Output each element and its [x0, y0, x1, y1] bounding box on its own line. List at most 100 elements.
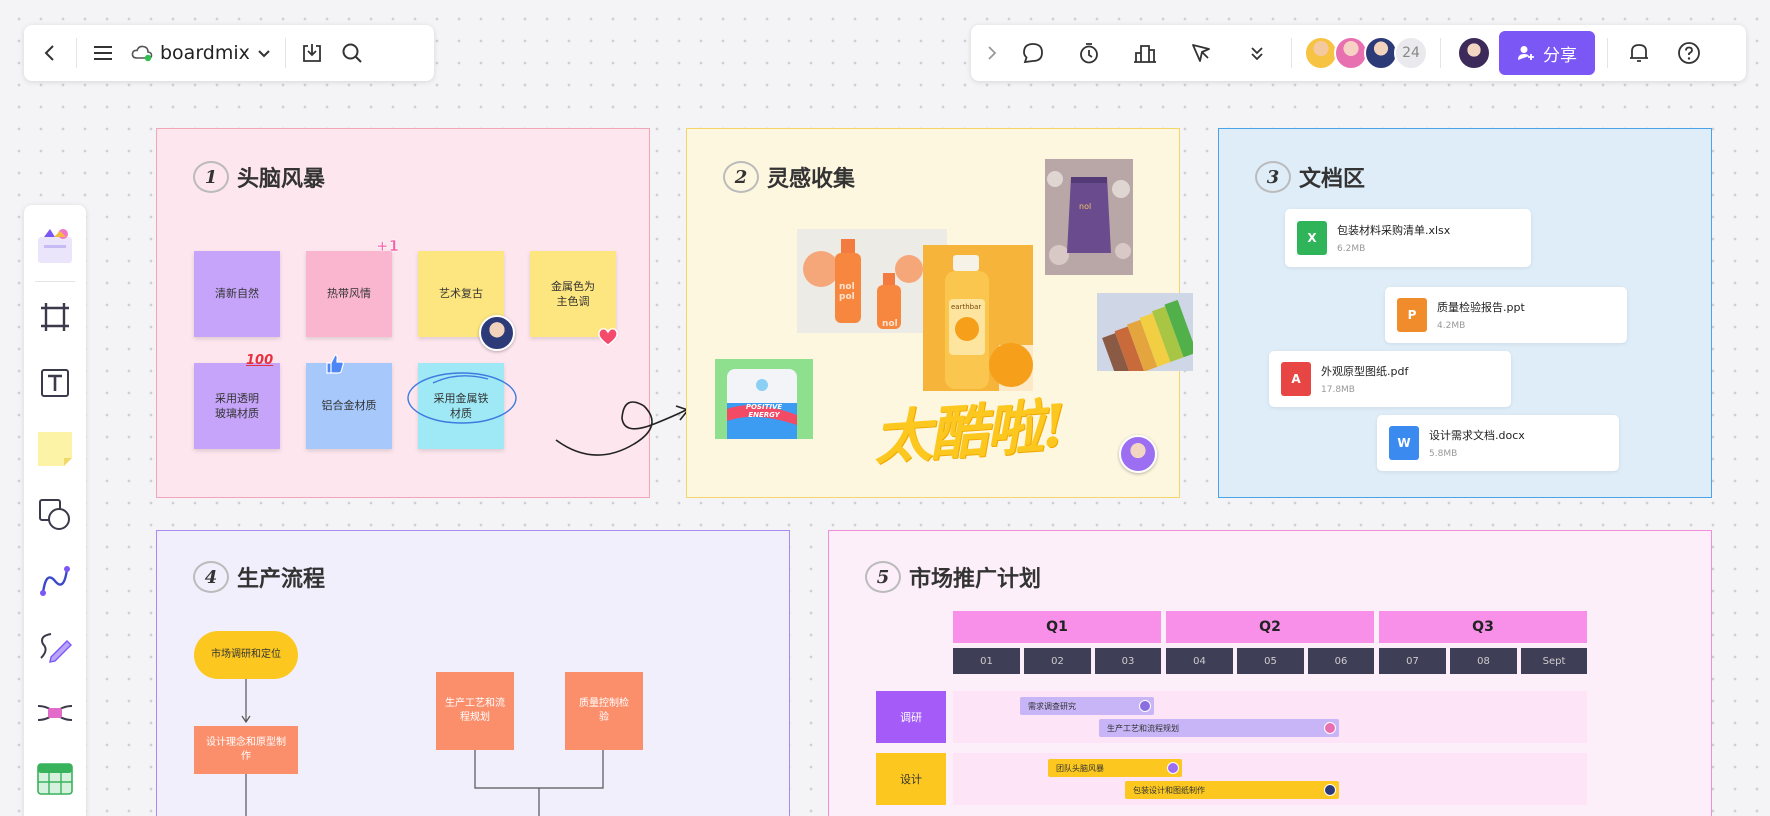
download-button[interactable] — [292, 33, 332, 73]
template-button[interactable] — [24, 213, 86, 279]
file-size: 6.2MB — [1337, 244, 1366, 254]
frame-title-text: 头脑风暴 — [237, 166, 326, 192]
frame-tool-button[interactable] — [24, 284, 86, 350]
sticky-note[interactable]: 铝合金材质 — [306, 363, 392, 449]
sticky-note-tool-button[interactable] — [24, 416, 86, 482]
avatar — [1324, 722, 1336, 734]
bottle-label: nol — [882, 319, 898, 329]
docs-frame[interactable]: 3 文档区 X 包装材料采购清单.xlsx 6.2MB P 质量检验报告.ppt… — [1218, 128, 1712, 498]
flow-node[interactable]: 生产工艺和流程规划 — [436, 672, 514, 750]
month-cell: 04 — [1166, 648, 1233, 674]
task-label: 生产工艺和流程规划 — [1107, 723, 1179, 733]
sticky-note[interactable]: 清新自然 — [194, 251, 280, 337]
word-file-icon: W — [1389, 426, 1419, 460]
cursor-flag-icon — [1192, 44, 1210, 62]
flow-start-node[interactable]: 市场调研和定位 — [194, 631, 298, 679]
heart-icon — [598, 328, 618, 346]
handwriting-text: 太酷啦! — [871, 391, 1067, 473]
collapse-toolbar-button[interactable] — [979, 33, 1005, 73]
flow-node[interactable]: 设计理念和原型制作 — [194, 726, 298, 774]
file-card[interactable]: W 设计需求文档.docx 5.8MB — [1377, 415, 1619, 471]
bell-icon — [1630, 44, 1648, 62]
brand-name: boardmix — [160, 42, 250, 64]
help-button[interactable] — [1664, 33, 1714, 73]
flow-connector — [241, 679, 251, 724]
task-bar[interactable]: 需求调查研究 — [1020, 697, 1154, 715]
month-cell: 08 — [1450, 648, 1517, 674]
vote-button[interactable] — [1117, 33, 1173, 73]
marketing-frame[interactable]: 5 市场推广计划 Q1 Q2 Q3 01 02 03 04 05 06 07 0… — [828, 530, 1712, 816]
timer-icon — [1080, 43, 1098, 64]
sticky-note[interactable]: 采用透明 玻璃材质 — [194, 363, 280, 449]
table-tool-button[interactable] — [24, 746, 86, 812]
menu-button[interactable] — [83, 33, 123, 73]
left-toolbar — [24, 205, 86, 816]
more-tools-button[interactable] — [1229, 33, 1285, 73]
board-name-dropdown[interactable]: boardmix — [123, 42, 279, 64]
avatar — [1324, 784, 1336, 796]
text-tool-button[interactable] — [24, 350, 86, 416]
chevron-left-icon — [44, 45, 54, 61]
file-card[interactable]: P 质量检验报告.ppt 4.2MB — [1385, 287, 1627, 343]
divider — [284, 38, 286, 68]
sticky-note[interactable]: 金属色为 主色调 — [530, 251, 616, 337]
task-bar[interactable]: 包装设计和图纸制作 — [1125, 781, 1339, 799]
avatar — [1139, 700, 1151, 712]
file-name: 设计需求文档.docx — [1429, 429, 1525, 442]
production-frame[interactable]: 4 生产流程 市场调研和定位 设计理念和原型制作 生产工艺和流程规划 质量控制检… — [156, 530, 790, 816]
task-bar[interactable]: 生产工艺和流程规划 — [1099, 719, 1339, 737]
double-chevron-down-icon — [1251, 47, 1263, 61]
pen-tool-button[interactable] — [24, 614, 86, 680]
template-icon — [38, 229, 72, 263]
sticky-note[interactable]: 热带风情 — [306, 251, 392, 337]
energy-drink-illustration — [727, 369, 797, 439]
shape-tool-button[interactable] — [24, 482, 86, 548]
file-name: 质量检验报告.ppt — [1437, 301, 1525, 314]
flow-node[interactable]: 质量控制检验 — [565, 672, 643, 750]
notifications-button[interactable] — [1614, 33, 1664, 73]
podium-icon — [1134, 45, 1156, 63]
plus-one-sticker: +1 — [376, 237, 400, 256]
color-swatches-illustration — [1102, 299, 1193, 371]
collaborator-avatar — [1119, 435, 1157, 473]
mindmap-tool-button[interactable] — [24, 680, 86, 746]
comment-button[interactable] — [1005, 33, 1061, 73]
collaborator-avatars[interactable]: 24 — [1304, 36, 1428, 70]
month-cell: 01 — [953, 648, 1020, 674]
month-cell: 07 — [1379, 648, 1446, 674]
color-swatches-image[interactable] — [1097, 293, 1193, 371]
inspiration-frame[interactable]: 2 灵感收集 nol pol nol earthbar nol POSITIVE… — [686, 128, 1193, 498]
frame-number: 5 — [865, 561, 901, 593]
frame-title-text: 文档区 — [1299, 166, 1366, 192]
frame-number: 2 — [723, 161, 759, 193]
coffee-pouch-image[interactable]: nol — [1045, 159, 1133, 275]
month-cell: 02 — [1024, 648, 1091, 674]
text-icon — [41, 369, 69, 397]
table-icon — [37, 763, 73, 795]
avatar — [1304, 36, 1338, 70]
frame-title: 1 头脑风暴 — [193, 161, 325, 193]
bottle-label: earthbar — [951, 303, 982, 311]
juice-bottle-image[interactable]: earthbar — [923, 245, 1033, 391]
add-user-icon — [1518, 46, 1534, 60]
connector-tool-button[interactable] — [24, 548, 86, 614]
energy-drink-image[interactable]: POSITIVE ENERGY — [715, 359, 813, 439]
share-button[interactable]: 分享 — [1499, 31, 1595, 75]
can-label: POSITIVE ENERGY — [745, 403, 783, 420]
file-card[interactable]: X 包装材料采购清单.xlsx 6.2MB — [1285, 209, 1531, 267]
top-right-toolbar: 24 分享 — [971, 25, 1746, 81]
frame-title-text: 灵感收集 — [767, 166, 856, 192]
search-button[interactable] — [332, 33, 372, 73]
file-card[interactable]: A 外观原型图纸.pdf 17.8MB — [1269, 351, 1511, 407]
svg-text:nol: nol — [1079, 202, 1091, 211]
juice-bottle-illustration — [945, 255, 1033, 391]
frame-title-text: 生产流程 — [237, 566, 326, 592]
back-button[interactable] — [30, 33, 70, 73]
follow-presenter-button[interactable] — [1173, 33, 1229, 73]
chevron-right-icon — [988, 46, 997, 60]
task-bar[interactable]: 团队头脑风暴 — [1048, 759, 1182, 777]
frame-number: 3 — [1255, 161, 1291, 193]
timer-button[interactable] — [1061, 33, 1117, 73]
task-label: 团队头脑风暴 — [1056, 763, 1104, 773]
current-user-avatar[interactable] — [1457, 36, 1491, 70]
